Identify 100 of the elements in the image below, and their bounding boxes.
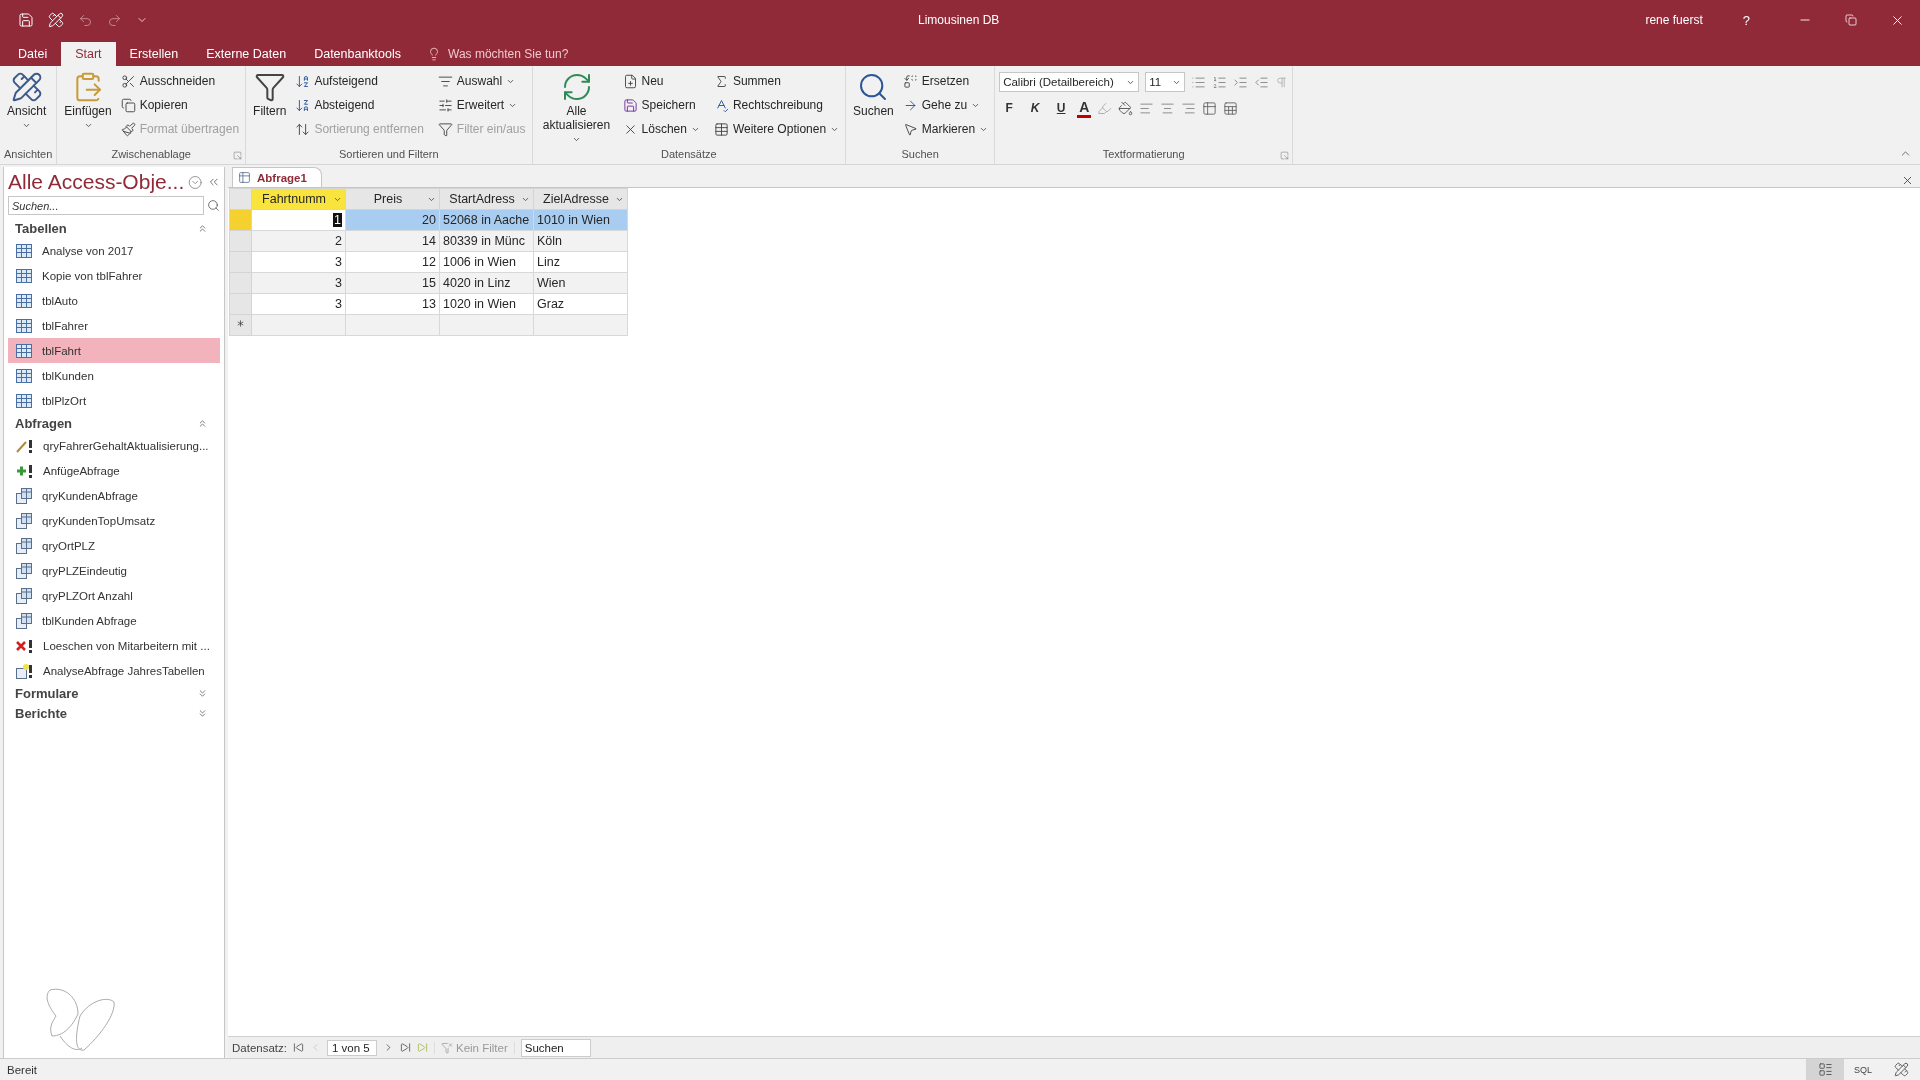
- sql-view-button[interactable]: SQL: [1844, 1058, 1882, 1080]
- format-button[interactable]: U: [1051, 98, 1072, 118]
- datasheet-view-button[interactable]: [1806, 1058, 1844, 1080]
- column-header[interactable]: StartAdress: [439, 188, 534, 210]
- ribbon-tab[interactable]: Datenbanktools: [300, 42, 416, 66]
- ribbon-button[interactable]: Erweitert: [435, 93, 528, 117]
- ribbon-button[interactable]: Suchen: [850, 69, 897, 146]
- new-record-icon: [417, 1042, 428, 1053]
- new-record-icon: [235, 318, 246, 329]
- navigation-item[interactable]: tblFahrer: [8, 313, 220, 338]
- first-record-button[interactable]: [293, 1042, 304, 1053]
- ribbon-button[interactable]: Absteigend: [293, 93, 426, 117]
- navigation-item[interactable]: tblPlzOrt: [8, 388, 220, 413]
- navigation-item[interactable]: tblKunden Abfrage: [8, 608, 220, 633]
- navigation-title[interactable]: Alle Access-Obje...: [8, 170, 185, 194]
- font-size-select[interactable]: 11: [1145, 72, 1186, 92]
- query-icon: [16, 612, 32, 629]
- ribbon-button[interactable]: Löschen: [620, 117, 702, 141]
- ribbon-button[interactable]: Kopieren: [118, 93, 242, 117]
- ribbon-button[interactable]: Neu: [620, 69, 702, 93]
- search-field[interactable]: Suchen...: [8, 196, 204, 215]
- section-header[interactable]: Abfragen: [8, 413, 220, 433]
- ribbon-button[interactable]: Ersetzen: [900, 69, 991, 93]
- user-name[interactable]: rene fuerst: [1645, 13, 1703, 27]
- document-tab[interactable]: Abfrage1: [232, 167, 322, 187]
- ribbon-button[interactable]: Rechtschreibung: [711, 93, 842, 117]
- record-selector[interactable]: [229, 230, 252, 252]
- replace-icon: [902, 73, 918, 89]
- navigation-item[interactable]: qryKundenTopUmsatz: [8, 508, 220, 533]
- ribbon-tab[interactable]: Externe Daten: [192, 42, 301, 66]
- navigation-item[interactable]: AnfügeAbfrage: [8, 458, 220, 483]
- column-header[interactable]: Fahrtnumm: [251, 188, 346, 210]
- navigation-item[interactable]: qryOrtPLZ: [8, 533, 220, 558]
- navigation-item[interactable]: Kopie von tblFahrer: [8, 263, 220, 288]
- format-button[interactable]: K: [1025, 98, 1046, 118]
- query-icon: [16, 587, 32, 604]
- navigation-item[interactable]: qryFahrerGehaltAktualisierung...: [8, 433, 220, 458]
- record-selector[interactable]: [229, 251, 252, 273]
- column-header[interactable]: Preis: [345, 188, 440, 210]
- ribbon-button[interactable]: Auswahl: [435, 69, 528, 93]
- ribbon-button[interactable]: Markieren: [900, 117, 991, 141]
- ribbon-button[interactable]: Summen: [711, 69, 842, 93]
- record-selector[interactable]: [229, 209, 252, 231]
- ribbon-tab[interactable]: Start: [61, 42, 116, 66]
- navigation-item[interactable]: Analyse von 2017: [8, 238, 220, 263]
- ribbon-button[interactable]: Speichern: [620, 93, 702, 117]
- filter-toggle-icon: [437, 121, 453, 137]
- navigation-item[interactable]: qryPLZOrt Anzahl: [8, 583, 220, 608]
- ribbon-button[interactable]: Ausschneiden: [118, 69, 242, 93]
- section-header[interactable]: Formulare: [8, 683, 220, 703]
- navigation-item[interactable]: tblAuto: [8, 288, 220, 313]
- font-select[interactable]: Calibri (Detailbereich): [999, 72, 1140, 92]
- navigation-item[interactable]: tblFahrt: [8, 338, 220, 363]
- new-record-button[interactable]: [417, 1042, 428, 1053]
- group-label: Textformatierung: [1102, 147, 1185, 162]
- record-label: Datensatz:: [232, 1041, 287, 1054]
- table-icon: [16, 318, 32, 333]
- ribbon-tab[interactable]: Datei: [4, 42, 62, 66]
- filter-icon: [253, 71, 286, 103]
- column-header[interactable]: ZielAdresse: [533, 188, 628, 210]
- filter-selection-icon: [437, 73, 453, 89]
- ribbon-button[interactable]: Alle aktualisieren: [536, 69, 617, 146]
- save-icon: [622, 97, 638, 113]
- query-icon: [16, 537, 32, 554]
- record-selector[interactable]: [229, 272, 252, 294]
- ribbon-tab[interactable]: Erstellen: [115, 42, 193, 66]
- pencil-ruler-icon: [10, 71, 43, 103]
- ribbon-button[interactable]: Filtern: [250, 69, 290, 146]
- align-left-icon: [1139, 100, 1155, 116]
- record-position-field[interactable]: 1 von 5: [327, 1039, 377, 1056]
- last-record-button[interactable]: [400, 1042, 411, 1053]
- record-search-field[interactable]: Suchen: [520, 1038, 591, 1057]
- section-header[interactable]: Tabellen: [8, 218, 220, 238]
- numbered-list-icon: [1212, 74, 1228, 90]
- tell-me-field[interactable]: Was möchten Sie tun?: [446, 46, 607, 62]
- group-label: Zwischenablage: [111, 147, 191, 162]
- ribbon-button[interactable]: Ansicht: [4, 69, 50, 146]
- navigation-item[interactable]: tblKunden: [8, 363, 220, 388]
- table-icon: [16, 293, 32, 308]
- align-right-icon: [1181, 100, 1197, 116]
- pointer-icon: [902, 121, 918, 137]
- font-color-button[interactable]: A: [1077, 98, 1092, 118]
- ribbon-button[interactable]: Gehe zu: [900, 93, 991, 117]
- ribbon-button[interactable]: Weitere Optionen: [711, 117, 842, 141]
- table-icon: [16, 243, 32, 258]
- help-button[interactable]: ?: [1736, 11, 1756, 29]
- redo-icon: [107, 12, 122, 28]
- navigation-item[interactable]: Loeschen von Mitarbeitern mit ...: [8, 633, 220, 658]
- append-query-icon: [16, 462, 33, 479]
- group-label: Suchen: [901, 147, 939, 162]
- format-button[interactable]: F: [999, 98, 1020, 118]
- paintbrush-icon: [120, 121, 136, 137]
- ribbon-button[interactable]: Einfügen: [61, 69, 115, 146]
- navigation-item[interactable]: qryKundenAbfrage: [8, 483, 220, 508]
- dropdown-icon: [188, 174, 203, 190]
- ribbon-button[interactable]: Aufsteigend: [293, 69, 426, 93]
- record-selector[interactable]: [229, 293, 252, 315]
- navigation-item[interactable]: qryPLZEindeutig: [8, 558, 220, 583]
- navigation-item[interactable]: AnalyseAbfrage JahresTabellen: [8, 658, 220, 683]
- section-header[interactable]: Berichte: [8, 703, 220, 723]
